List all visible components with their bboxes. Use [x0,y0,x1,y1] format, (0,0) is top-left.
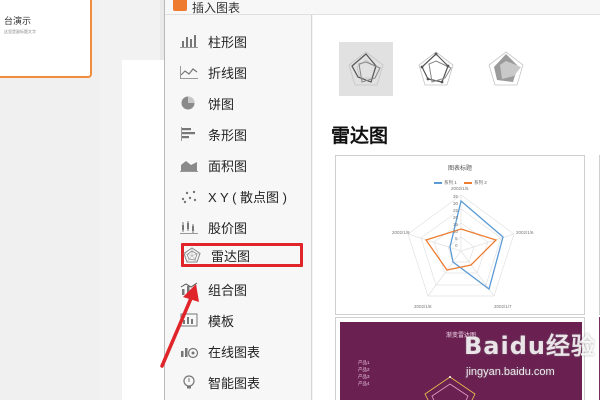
wps-logo-icon [173,0,187,11]
column-chart-icon [179,33,199,49]
line-chart-icon [179,64,199,80]
area-chart-icon [179,157,199,173]
subtype-radar-markers[interactable] [409,42,463,96]
sidebar-item-label: 股价图 [208,220,248,236]
sidebar-item-stock[interactable]: 股价图 [179,215,304,239]
sidebar-item-line[interactable]: 折线图 [179,60,304,84]
sidebar-item-radar[interactable]: 雷达图 [181,243,303,267]
radar-preview-chart [407,194,515,297]
slide-subtitle: 这里是副标题文字 [4,29,36,34]
scatter-chart-icon [179,188,199,204]
sidebar-item-template[interactable]: 模板 [179,308,304,332]
sidebar-item-label: 饼图 [208,96,235,112]
tick-label: 25 [453,208,459,213]
axis-label: 2002/1/7 [494,304,512,309]
sidebar-item-pie[interactable]: 饼图 [179,91,304,115]
sidebar-item-bar[interactable]: 条形图 [179,122,304,146]
smart-chart-icon [179,374,199,390]
tick-label: 30 [453,201,459,206]
sidebar-item-area[interactable]: 面积图 [179,153,304,177]
slide-thumbnail[interactable]: 台演示 这里是副标题文字 [0,0,92,78]
subtype-filled-radar[interactable] [479,42,533,96]
tick-label: 0 [455,243,458,248]
sidebar-item-combo[interactable]: 组合图 [179,277,304,301]
axis-label: 2002/1/6 [516,230,534,235]
sidebar-item-label: X Y ( 散点图 ) [208,189,287,205]
slide-title: 台演示 [4,16,32,26]
sidebar-item-label: 组合图 [208,282,248,298]
dialog-title: 插入图表 [192,1,241,15]
axis-label: 2002/1/9 [392,230,410,235]
watermark-url: jingyan.baidu.com [466,366,555,378]
radar-chart-icon [182,247,202,263]
sidebar-item-scatter[interactable]: X Y ( 散点图 ) [179,184,304,208]
sidebar-item-label: 模板 [208,313,235,329]
combo-chart-icon [179,281,199,297]
sidebar-item-label: 柱形图 [208,34,248,50]
pie-chart-icon [179,95,199,111]
online-chart-icon [179,343,199,359]
sidebar-item-label: 条形图 [208,127,248,143]
sidebar-item-label: 在线图表 [208,344,261,360]
bar-chart-icon [179,126,199,142]
axis-label: 2002/1/8 [414,304,432,309]
dialog-titlebar: 插入图表 [165,0,600,15]
subtype-radar[interactable] [339,42,393,96]
sidebar-item-label: 折线图 [208,65,248,81]
axis-label: 2002/1/5 [451,186,469,191]
tick-label: 20 [453,215,459,220]
tick-label: 35 [453,194,459,199]
sidebar-item-online-chart[interactable]: 在线图表 [179,339,304,363]
sidebar-item-column[interactable]: 柱形图 [179,29,304,53]
watermark-brand: Baidu经验 [464,332,596,360]
sidebar-item-smart-chart[interactable]: 智能图表 [179,370,304,394]
sidebar-item-label: 雷达图 [211,248,251,264]
template-icon [179,312,199,328]
tick-label: 15 [453,222,459,227]
sidebar-item-label: 智能图表 [208,375,261,391]
chart-type-sidebar: 柱形图 折线图 饼图 条形图 面积图 X Y (散点图) 股价图 雷达图 组… [165,15,312,400]
tick-label: 5 [455,236,458,241]
tick-label: 10 [453,229,459,234]
section-title: 雷达图 [331,126,389,147]
baidu-watermark: Baidu经验 jingyan.baidu.com [460,318,600,398]
chart-template-card[interactable]: 图表标题 系列 1 系列 2 2002/1/5 2002/1/6 2002/1/… [335,155,585,315]
stock-chart-icon [179,219,199,235]
sidebar-item-label: 面积图 [208,158,248,174]
